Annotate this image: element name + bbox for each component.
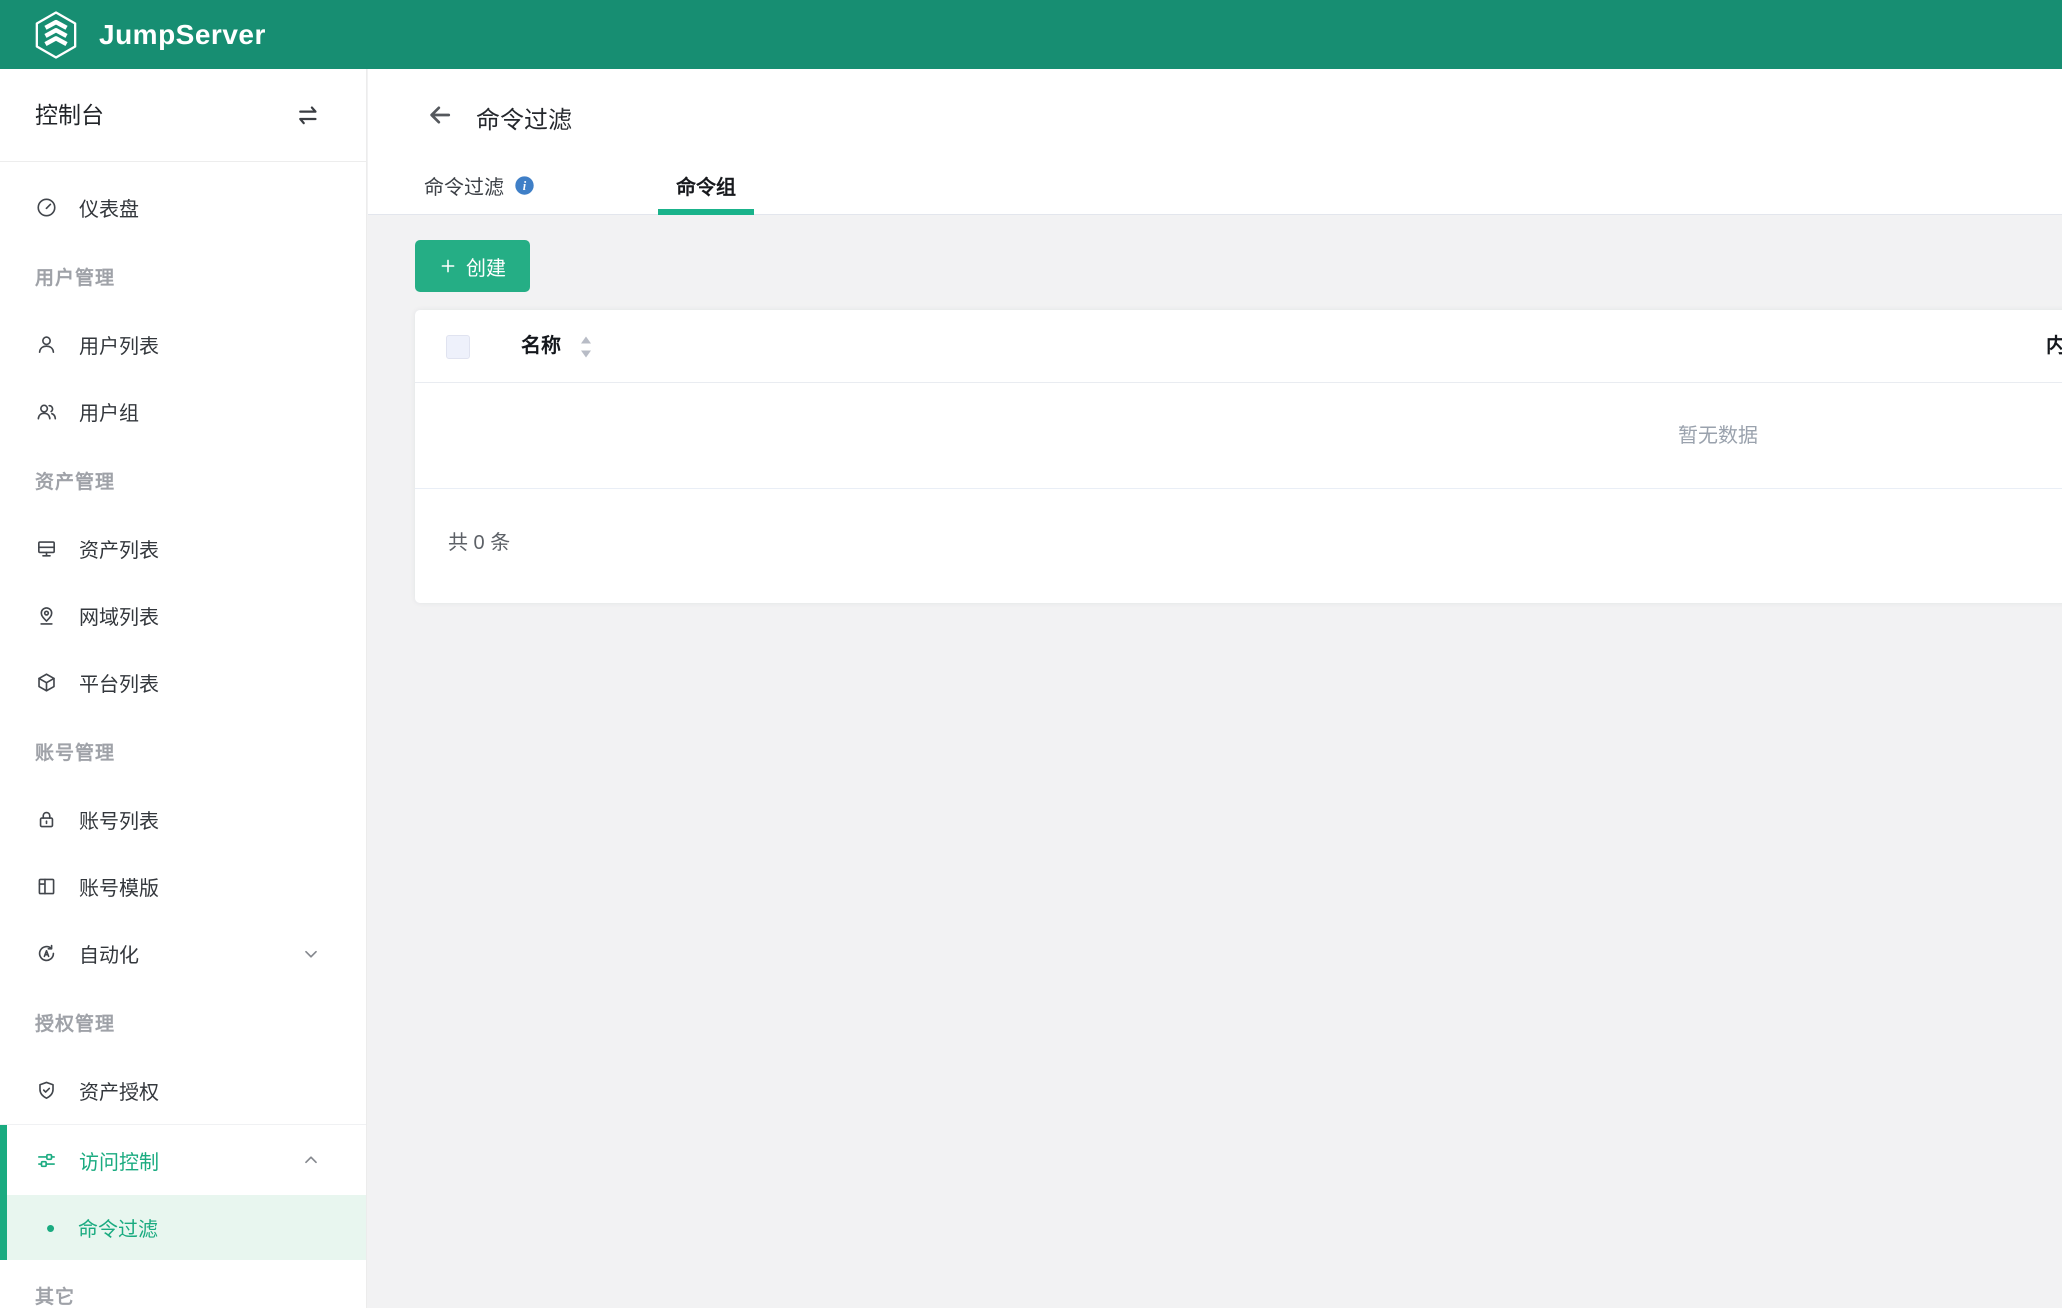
- jumpserver-logo-icon: [33, 10, 79, 60]
- sidebar-item-platform-list[interactable]: 平台列表: [0, 649, 366, 716]
- subitem-label: 命令过滤: [78, 1213, 158, 1242]
- item-label: 用户列表: [79, 330, 159, 359]
- tab-command-group[interactable]: 命令组: [658, 156, 754, 214]
- table-body: 暂无数据: [415, 383, 2062, 489]
- column-header-name[interactable]: 名称: [521, 310, 561, 383]
- sidebar-section-asset-management: 资产管理: [0, 445, 366, 515]
- jumpserver-app: JumpServer 控制台 仪表盘用户管理用户列表用户组资产管理资产列表网域列…: [0, 0, 2062, 1308]
- column-header-content[interactable]: 内容: [2046, 310, 2062, 383]
- item-label: 仪表盘: [79, 193, 139, 222]
- dashboard-icon: [35, 196, 58, 219]
- table-header-row: 名称 内容: [415, 310, 2062, 383]
- sidebar-header: 控制台: [0, 69, 366, 162]
- tab-label: 命令过滤: [424, 171, 504, 200]
- automation-icon: [35, 942, 58, 965]
- tab-command-filter[interactable]: 命令过滤 i: [424, 156, 535, 214]
- main-area: 命令过滤 命令过滤 i 命令组: [368, 69, 2062, 1308]
- plus-icon: [439, 257, 457, 275]
- sidebar-item-dashboard[interactable]: 仪表盘: [0, 174, 366, 241]
- create-button-label: 创建: [466, 252, 506, 281]
- section-label: 资产管理: [35, 467, 115, 494]
- svg-text:i: i: [523, 178, 527, 192]
- sidebar-menu: 仪表盘用户管理用户列表用户组资产管理资产列表网域列表平台列表账号管理账号列表账号…: [0, 162, 366, 1308]
- section-label: 账号管理: [35, 738, 115, 765]
- sidebar-section-perm-management: 授权管理: [0, 987, 366, 1057]
- section-label: 用户管理: [35, 263, 115, 290]
- user-group-icon: [35, 400, 58, 423]
- page-header: 命令过滤 命令过滤 i 命令组: [368, 69, 2062, 215]
- monitor-icon: [35, 537, 58, 560]
- item-label: 资产授权: [79, 1076, 159, 1105]
- table-card: 名称 内容 暂无数据 共 0 条: [415, 310, 2062, 603]
- item-label: 资产列表: [79, 534, 159, 563]
- sort-carets-icon[interactable]: [578, 334, 594, 360]
- user-icon: [35, 333, 58, 356]
- sidebar-item-domain-list[interactable]: 网域列表: [0, 582, 366, 649]
- section-label: 其它: [35, 1282, 75, 1308]
- total-count: 共 0 条: [448, 489, 510, 597]
- content-area: 创建 名称 内容 暂无数据: [368, 215, 2062, 1308]
- sidebar-section-account-management: 账号管理: [0, 716, 366, 786]
- sidebar-item-automation[interactable]: 自动化: [0, 920, 366, 987]
- create-button[interactable]: 创建: [415, 240, 530, 292]
- back-arrow-icon[interactable]: [426, 101, 454, 129]
- access-control-icon: [35, 1149, 58, 1172]
- console-title: 控制台: [35, 69, 104, 162]
- tab-label: 命令组: [676, 171, 736, 200]
- brand-name: JumpServer: [99, 19, 266, 51]
- sidebar-item-account-list[interactable]: 账号列表: [0, 786, 366, 853]
- top-header: JumpServer: [0, 0, 2062, 69]
- sidebar-item-account-template[interactable]: 账号模版: [0, 853, 366, 920]
- sidebar-item-asset-list[interactable]: 资产列表: [0, 515, 366, 582]
- item-label: 访问控制: [79, 1146, 159, 1175]
- map-pin-icon: [35, 604, 58, 627]
- chevron-up-icon: [300, 1149, 322, 1171]
- cube-icon: [35, 671, 58, 694]
- empty-state-text: 暂无数据: [1662, 383, 1774, 489]
- section-label: 授权管理: [35, 1009, 115, 1036]
- sidebar-item-asset-permission[interactable]: 资产授权: [0, 1057, 366, 1124]
- sidebar-section-others: 其它: [0, 1260, 366, 1308]
- item-label: 自动化: [79, 939, 139, 968]
- item-label: 平台列表: [79, 668, 159, 697]
- shield-check-icon: [35, 1079, 58, 1102]
- info-icon[interactable]: i: [514, 175, 535, 196]
- page-title: 命令过滤: [476, 100, 572, 135]
- sidebar-subitem-command-filter[interactable]: •命令过滤: [0, 1195, 366, 1260]
- item-label: 网域列表: [79, 601, 159, 630]
- sidebar-section-user-management: 用户管理: [0, 241, 366, 311]
- lock-icon: [35, 808, 58, 831]
- chevron-down-icon: [300, 943, 322, 965]
- item-label: 账号列表: [79, 805, 159, 834]
- layout-icon: [35, 875, 58, 898]
- switch-view-icon[interactable]: [293, 101, 322, 130]
- sidebar-item-access-control[interactable]: 访问控制: [0, 1124, 366, 1195]
- select-all-checkbox[interactable]: [446, 335, 470, 359]
- sidebar-item-user-group[interactable]: 用户组: [0, 378, 366, 445]
- table-footer: 共 0 条: [415, 489, 2062, 601]
- brand[interactable]: JumpServer: [33, 10, 266, 60]
- sidebar: 控制台 仪表盘用户管理用户列表用户组资产管理资产列表网域列表平台列表账号管理账号…: [0, 69, 367, 1308]
- item-label: 账号模版: [79, 872, 159, 901]
- item-label: 用户组: [79, 397, 139, 426]
- sidebar-item-user-list[interactable]: 用户列表: [0, 311, 366, 378]
